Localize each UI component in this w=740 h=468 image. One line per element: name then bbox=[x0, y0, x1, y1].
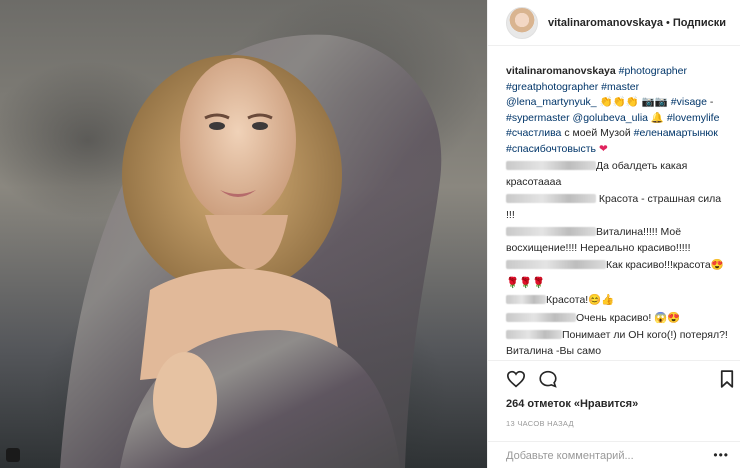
comment-item: Очень красиво! 😱😍 bbox=[506, 311, 731, 327]
comment-text: Как красиво!!!красота😍 bbox=[606, 259, 724, 271]
avatar[interactable] bbox=[506, 6, 538, 39]
action-bar bbox=[488, 360, 740, 400]
ellipsis-icon[interactable]: ••• bbox=[713, 449, 729, 461]
caption-username[interactable]: vitalinaromanovskaya bbox=[506, 65, 616, 77]
caption-dash: - bbox=[709, 96, 714, 108]
hashtag[interactable]: #счастлива bbox=[506, 127, 561, 139]
add-comment-bar: ••• bbox=[488, 441, 740, 468]
follow-button[interactable]: Подписки bbox=[673, 17, 726, 29]
comment-item: Понимает ли ОН кого(!) потерял?! Виталин… bbox=[506, 328, 731, 359]
post-header: vitalinaromanovskaya • Подписки bbox=[488, 0, 740, 46]
comment-text: Красота!😊👍 bbox=[546, 294, 615, 306]
comment-item: Да обалдеть какая красотаааа bbox=[506, 159, 731, 190]
mention[interactable]: @lena_martynyuk_ bbox=[506, 96, 597, 108]
blurred-username[interactable] bbox=[506, 330, 562, 339]
hashtag[interactable]: #спасибочтовысть bbox=[506, 143, 596, 155]
comments-list: vitalinaromanovskaya #photographer #grea… bbox=[506, 64, 731, 359]
media-indicator-icon bbox=[6, 448, 20, 462]
blurred-username[interactable] bbox=[506, 161, 596, 170]
bookmark-icon[interactable] bbox=[720, 370, 734, 388]
header-username[interactable]: vitalinaromanovskaya bbox=[548, 17, 663, 29]
mention[interactable]: @golubeva_ulia bbox=[573, 112, 648, 124]
blurred-username[interactable] bbox=[506, 295, 546, 304]
blurred-username[interactable] bbox=[506, 312, 576, 322]
header-text: vitalinaromanovskaya • Подписки bbox=[548, 17, 726, 29]
comment-item: Виталина!!!!! Моё восхищение!!!! Нереаль… bbox=[506, 225, 731, 256]
comment-item: 🌹🌹🌹 bbox=[506, 276, 731, 292]
post-side-panel: vitalinaromanovskaya • Подписки vitalinaro… bbox=[487, 0, 740, 468]
post-caption: vitalinaromanovskaya #photographer #grea… bbox=[506, 64, 731, 157]
heart-emoji: ❤ bbox=[598, 142, 608, 155]
likes-count[interactable]: 264 отметок «Нравится» bbox=[506, 398, 638, 410]
hashtag[interactable]: #master bbox=[601, 81, 639, 93]
heart-outline-icon[interactable] bbox=[506, 370, 526, 388]
caption-text: с моей Музой bbox=[564, 127, 631, 139]
comment-item: Как красиво!!!красота😍 bbox=[506, 258, 731, 274]
blurred-username[interactable] bbox=[506, 260, 606, 269]
blurred-username[interactable] bbox=[506, 194, 596, 203]
header-separator: • bbox=[665, 16, 670, 29]
post-photo[interactable] bbox=[0, 0, 487, 468]
blurred-username[interactable] bbox=[506, 227, 596, 236]
hashtag[interactable]: #sypermaster bbox=[506, 112, 570, 124]
speech-bubble-icon[interactable] bbox=[538, 370, 558, 388]
hashtag[interactable]: #lovemylife bbox=[667, 112, 720, 124]
hashtag[interactable]: #greatphotographer bbox=[506, 81, 598, 93]
comment-item: Красота - страшная сила !!! bbox=[506, 192, 731, 223]
comment-text: 🌹🌹🌹 bbox=[506, 276, 546, 289]
comment-item: Красота!😊👍 bbox=[506, 293, 731, 309]
photo-artwork bbox=[60, 34, 442, 468]
hashtag[interactable]: #visage bbox=[671, 96, 707, 108]
caption-emoji: 👏👏👏 📷📷 bbox=[599, 96, 668, 108]
comment-text: Очень красиво! 😱😍 bbox=[576, 311, 681, 324]
hashtag[interactable]: #photographer bbox=[619, 65, 687, 77]
hashtag[interactable]: #еленамартынюк bbox=[634, 127, 718, 139]
post-timestamp: 13 ЧАСОВ НАЗАД bbox=[506, 419, 574, 428]
add-comment-input[interactable] bbox=[506, 448, 696, 464]
caption-emoji: 🔔 bbox=[650, 111, 664, 124]
